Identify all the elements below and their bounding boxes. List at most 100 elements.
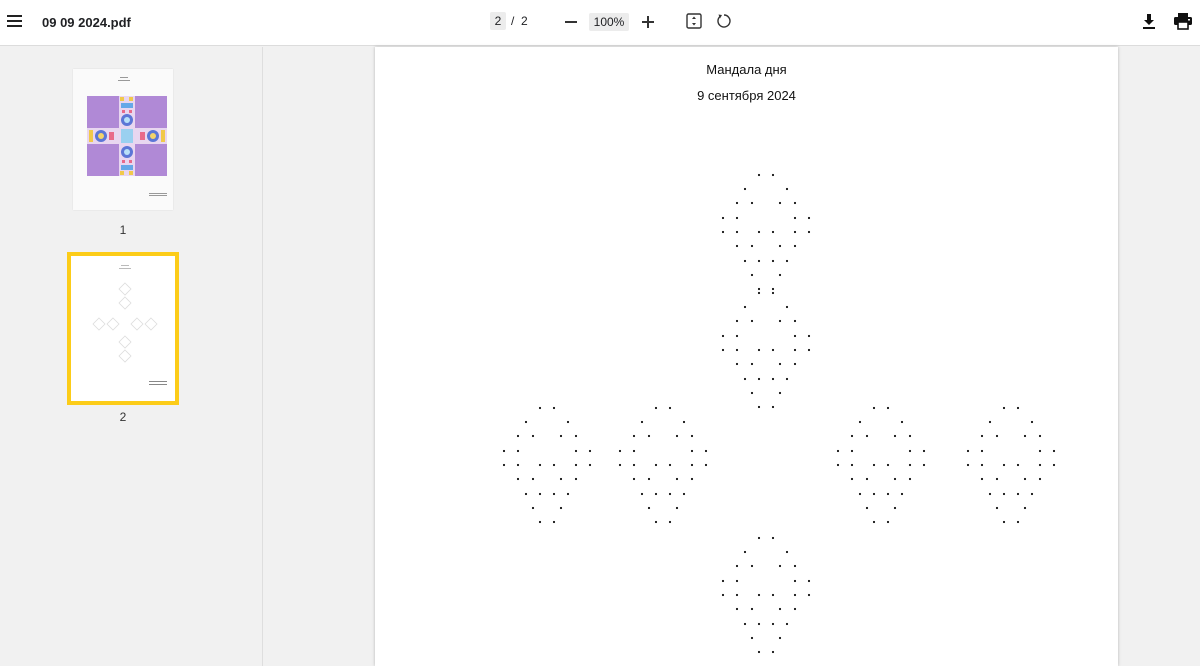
- mandala-dot: [735, 319, 739, 323]
- mandala-dot: [1052, 449, 1056, 453]
- mandala-dot: [980, 449, 984, 453]
- mandala-dot: [721, 579, 725, 583]
- mandala-dot: [807, 348, 811, 352]
- mandala-dot: [865, 506, 869, 510]
- page-number-input[interactable]: 2: [490, 12, 506, 30]
- mandala-dot: [1038, 449, 1042, 453]
- zoom-level[interactable]: 100%: [589, 13, 629, 31]
- mandala-dot: [574, 449, 578, 453]
- mandala-dot: [793, 348, 797, 352]
- mandala-dot: [1016, 463, 1020, 467]
- mandala-dot: [735, 348, 739, 352]
- mandala-dot: [721, 593, 725, 597]
- mandala-dot: [1038, 477, 1042, 481]
- mandala-dot: [988, 492, 992, 496]
- mandala-dot: [893, 434, 897, 438]
- mandala-dot: [771, 348, 775, 352]
- mandala-dot: [836, 463, 840, 467]
- download-icon[interactable]: [1139, 11, 1159, 31]
- mandala-dot: [588, 463, 592, 467]
- page-thumbnail-1[interactable]: [73, 69, 173, 210]
- zoom-in-icon[interactable]: [639, 13, 657, 31]
- mandala-dot: [771, 405, 775, 409]
- mandala-dot: [908, 449, 912, 453]
- mandala-dot: [743, 305, 747, 309]
- mandala-dot: [793, 593, 797, 597]
- mandala-dot: [757, 536, 761, 540]
- mandala-dot: [552, 520, 556, 524]
- mandala-dot: [516, 463, 520, 467]
- mandala-dot: [771, 230, 775, 234]
- mandala-dot: [632, 477, 636, 481]
- mandala-dot: [757, 405, 761, 409]
- mandala-dot: [900, 420, 904, 424]
- mandala-dot: [632, 449, 636, 453]
- mandala-dot: [1038, 434, 1042, 438]
- pdf-page: Мандала дня 9 сентября 2024: [375, 47, 1118, 666]
- mandala-dot: [538, 520, 542, 524]
- mandala-dot: [757, 259, 761, 263]
- page-thumbnail-2[interactable]: [71, 256, 175, 401]
- mandala-dot: [566, 420, 570, 424]
- mandala-dot: [647, 506, 651, 510]
- mandala-dot: [908, 477, 912, 481]
- mandala-dot: [850, 463, 854, 467]
- toolbar: 09 09 2024.pdf 2 / 2 100%: [0, 0, 1200, 46]
- page-thumbnail-2-selected[interactable]: [67, 252, 179, 405]
- mandala-dot: [552, 463, 556, 467]
- mandala-dot: [668, 520, 672, 524]
- mandala-dot: [1023, 506, 1027, 510]
- mandala-dot: [793, 362, 797, 366]
- mandala-dot: [531, 434, 535, 438]
- mandala-dot: [735, 593, 739, 597]
- mandala-dot: [743, 622, 747, 626]
- mandala-dot: [632, 434, 636, 438]
- mandala-dot: [1002, 463, 1006, 467]
- print-icon[interactable]: [1172, 11, 1194, 31]
- mandala-dot: [654, 492, 658, 496]
- mandala-dot: [750, 201, 754, 205]
- mandala-dot: [771, 259, 775, 263]
- fit-page-icon[interactable]: [685, 12, 703, 30]
- mandala-dot: [704, 449, 708, 453]
- mandala-dot: [872, 520, 876, 524]
- menu-icon[interactable]: [4, 10, 24, 34]
- mandala-dot: [538, 463, 542, 467]
- mandala-dot: [552, 492, 556, 496]
- mandala-dot: [771, 377, 775, 381]
- mandala-dot: [757, 287, 761, 291]
- mandala-dot: [516, 477, 520, 481]
- mandala-dot: [559, 434, 563, 438]
- thumbnail-label-2: 2: [119, 410, 127, 424]
- mandala-dot: [922, 449, 926, 453]
- mandala-dot: [750, 273, 754, 277]
- mandala-dot: [966, 463, 970, 467]
- mandala-dot: [757, 291, 761, 295]
- mandala-dot: [750, 564, 754, 568]
- mandala-dot: [1030, 420, 1034, 424]
- rotate-icon[interactable]: [715, 12, 733, 30]
- mandala-dot: [807, 593, 811, 597]
- zoom-out-icon[interactable]: [562, 13, 580, 31]
- mandala-dot: [1023, 477, 1027, 481]
- mandala-dot: [675, 434, 679, 438]
- mandala-dot: [908, 434, 912, 438]
- mandala-dot: [980, 477, 984, 481]
- mandala-dot: [785, 377, 789, 381]
- mandala-dot: [1016, 492, 1020, 496]
- mandala-dot: [743, 377, 747, 381]
- mandala-dot: [618, 463, 622, 467]
- file-title: 09 09 2024.pdf: [42, 15, 131, 30]
- mandala-dot: [1002, 492, 1006, 496]
- mandala-dot: [735, 607, 739, 611]
- mandala-dot: [647, 434, 651, 438]
- mandala-dot: [793, 216, 797, 220]
- mandala-dot: [1030, 492, 1034, 496]
- mandala-dot: [640, 420, 644, 424]
- mandala-dot: [865, 434, 869, 438]
- mandala-dot: [793, 230, 797, 234]
- mandala-dot: [850, 449, 854, 453]
- mandala-dot: [757, 230, 761, 234]
- mandala-dot: [886, 463, 890, 467]
- mandala-dot: [757, 348, 761, 352]
